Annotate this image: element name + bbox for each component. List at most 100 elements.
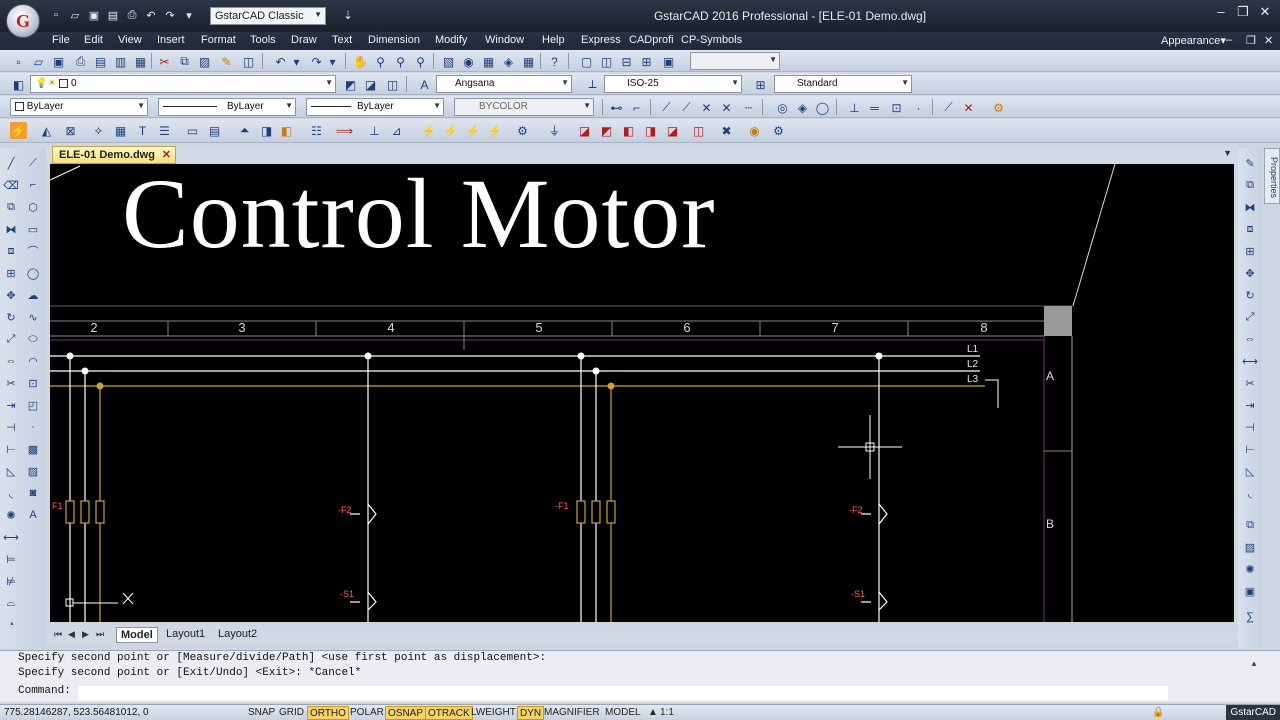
command-input[interactable] (78, 686, 1168, 700)
customize-dropdown-icon[interactable]: ▾ (181, 8, 197, 22)
menu-dimension[interactable]: Dimension (368, 34, 420, 46)
linetype-combo[interactable]: ByLayer ▼ (158, 98, 296, 116)
cp-hvac-3-icon[interactable]: ◧ (620, 122, 637, 139)
open-file-icon[interactable]: ▱ (67, 8, 83, 22)
cp-list-icon[interactable]: ☷ (308, 122, 325, 139)
gradient-icon[interactable]: ▨ (26, 464, 40, 478)
cp-table-icon[interactable]: ▤ (206, 122, 223, 139)
vertical-scrollbar[interactable] (1234, 164, 1238, 622)
maximize-button[interactable]: ❐ (1232, 4, 1254, 24)
copy-icon[interactable]: ⧉ (176, 53, 193, 70)
cp-hvac-1-icon[interactable]: ◪ (576, 122, 593, 139)
cp-tools-icon[interactable]: ✖ (718, 122, 735, 139)
osnap-toggle[interactable]: OSNAP (385, 706, 427, 720)
cp-hvac-4-icon[interactable]: ◨ (642, 122, 659, 139)
scroll-up-icon[interactable]: ▲ (1250, 659, 1258, 668)
cp-wire-icon[interactable]: ⟹ (336, 122, 353, 139)
menu-toggle-icon[interactable]: ⇣ (340, 8, 356, 22)
ellipse-arc-icon[interactable]: ◠ (26, 354, 40, 368)
help-icon[interactable]: ? (546, 53, 563, 70)
mirror-r-icon[interactable]: ⧓ (1243, 200, 1257, 214)
doc-restore-button[interactable]: ❐ (1246, 34, 1256, 47)
open-icon[interactable]: ▱ (30, 53, 47, 70)
join-r-icon[interactable]: ⊢ (1243, 442, 1257, 456)
snap-toggle[interactable]: SNAP (246, 706, 277, 720)
cp-2d-icon[interactable]: ◉ (746, 122, 763, 139)
save-as-icon[interactable]: ▤ (105, 8, 121, 22)
document-tab[interactable]: ELE-01 Demo.dwg ✕ (52, 146, 176, 164)
point-icon[interactable]: · (26, 420, 40, 434)
zoom-realtime-icon[interactable]: ⚲ (372, 53, 389, 70)
cp-terminal-icon[interactable]: ⏚ (546, 122, 563, 139)
erase-icon[interactable]: ⌫ (3, 178, 19, 192)
calculator-icon[interactable]: ▦ (520, 53, 537, 70)
menu-tools[interactable]: Tools (250, 34, 276, 46)
close-tab-icon[interactable]: ✕ (162, 148, 171, 161)
lock-icon[interactable]: 🔒 (1150, 706, 1166, 720)
cp-arrow-icon[interactable]: ⏶ (236, 122, 253, 139)
copy-clip-icon[interactable]: ⧉ (1243, 518, 1257, 532)
save-icon[interactable]: ▣ (86, 8, 102, 22)
hatch-icon[interactable]: ▩ (26, 442, 40, 456)
trim-r-icon[interactable]: ✂ (1243, 376, 1257, 390)
cp-pipes-icon[interactable]: ◫ (690, 122, 707, 139)
snap-parallel-icon[interactable]: ═ (866, 99, 883, 116)
menu-view[interactable]: View (118, 34, 142, 46)
design-center-icon[interactable]: ◉ (460, 53, 477, 70)
menu-text[interactable]: Text (332, 34, 352, 46)
move-icon[interactable]: ✥ (4, 288, 18, 302)
dim-radius-icon[interactable]: ◔ (4, 618, 18, 632)
cp-settings-icon[interactable]: ⚙ (770, 122, 787, 139)
plot-icon[interactable]: ⎙ (124, 8, 140, 22)
menu-cp-symbols[interactable]: CP-Symbols (681, 34, 742, 46)
undo-dropdown-icon[interactable]: ▾ (288, 53, 305, 70)
cp-panel-icon[interactable]: ◨ (258, 122, 275, 139)
pencil-icon[interactable]: ✎ (1243, 156, 1257, 170)
chamfer-r-icon[interactable]: ◺ (1243, 464, 1257, 478)
mtext-icon[interactable]: A (26, 508, 40, 522)
redo-dropdown-icon[interactable]: ▾ (324, 53, 341, 70)
snap-extension-icon[interactable]: ┄ (740, 99, 757, 116)
sheet-set-icon[interactable]: ◈ (500, 53, 517, 70)
break-r-icon[interactable]: ⊣ (1243, 420, 1257, 434)
last-layout-icon[interactable]: ⏭ (96, 629, 104, 640)
save-icon[interactable]: ▣ (50, 53, 67, 70)
rotate-r-icon[interactable]: ↻ (1243, 288, 1257, 302)
appearance-menu[interactable]: Appearance▾ (1161, 34, 1226, 47)
minimize-button[interactable]: – (1210, 4, 1232, 24)
dim-style-icon[interactable]: ⟂ (584, 76, 601, 93)
snap-node-icon[interactable]: · (910, 99, 927, 116)
snap-center-icon[interactable]: ◎ (774, 99, 791, 116)
menu-format[interactable]: Format (201, 34, 236, 46)
snap-endpoint-icon[interactable]: ⟋ (658, 99, 675, 116)
polygon-icon[interactable]: ⬡ (26, 200, 40, 214)
cadprofi-logo-icon[interactable]: ⚡ (10, 122, 27, 139)
menu-cadprofi[interactable]: CADprofi (629, 34, 674, 46)
cp-symbols-icon[interactable]: ⊠ (62, 122, 79, 139)
zoom-previous-icon[interactable]: ⚲ (412, 53, 429, 70)
break-icon[interactable]: ⊣ (4, 420, 18, 434)
dim-aligned-icon[interactable]: ⊭ (4, 574, 18, 588)
cut-icon[interactable]: ✂ (156, 53, 173, 70)
layer-manager-icon[interactable]: ◧ (10, 76, 27, 93)
properties-panel-tab[interactable]: Properties (1264, 148, 1280, 204)
annotation-scale[interactable]: 1:1 (658, 706, 676, 720)
first-layout-icon[interactable]: ⏮ (54, 629, 62, 640)
new-file-icon[interactable]: ▫ (48, 8, 64, 22)
cp-lines-icon[interactable]: ⟡ (90, 122, 107, 139)
array-icon[interactable]: ⊞ (4, 266, 18, 280)
zoom-window-icon[interactable]: ⚲ (392, 53, 409, 70)
scale-r-icon[interactable]: ⤢ (1243, 310, 1257, 324)
close-button[interactable]: ✕ (1254, 4, 1276, 24)
redo-icon[interactable]: ↷ (308, 53, 325, 70)
viewport-2-icon[interactable]: ◫ (598, 53, 615, 70)
export-icon[interactable]: ▦ (132, 53, 149, 70)
revcloud-icon[interactable]: ☁ (26, 288, 40, 302)
rectangle-icon[interactable]: ▭ (26, 222, 40, 236)
layer-combo[interactable]: 💡☀ 0 ▼ (30, 75, 336, 93)
chamfer-icon[interactable]: ◺ (4, 464, 18, 478)
cp-circuit-icon[interactable]: ⊥ (366, 122, 383, 139)
snap-tangent-icon[interactable]: ◯ (814, 99, 831, 116)
copy-icon[interactable]: ⧉ (4, 200, 18, 214)
snap-apparent-intersection-icon[interactable]: ✕ (718, 99, 735, 116)
